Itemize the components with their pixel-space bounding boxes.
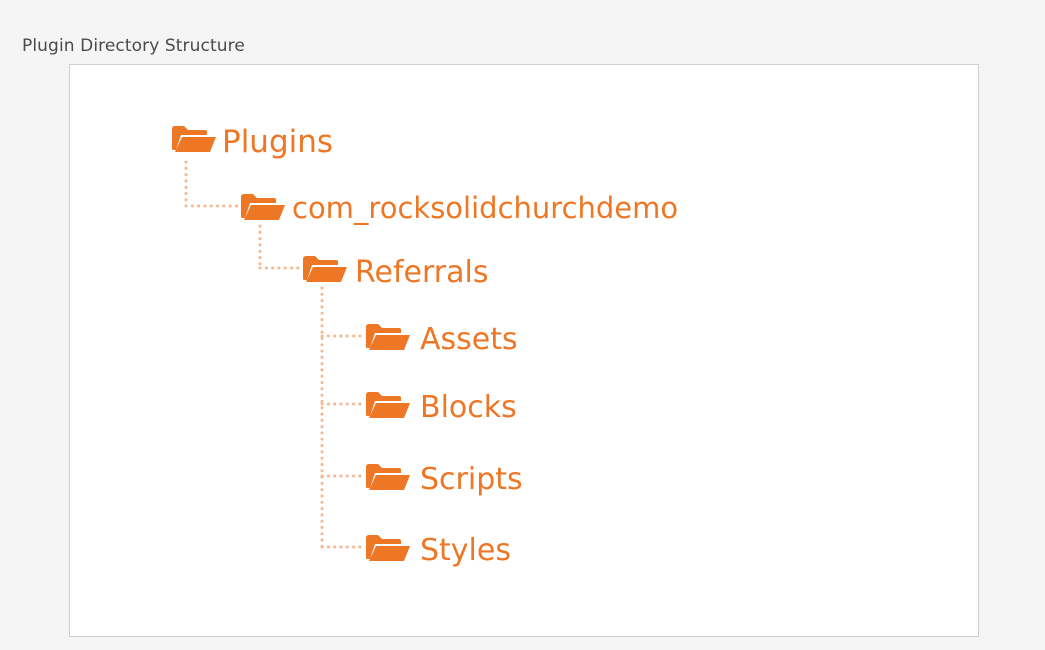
tree-node-blocks: Blocks xyxy=(366,390,517,425)
folder-open-icon xyxy=(366,464,410,490)
tree-node-plugins: Plugins xyxy=(172,124,333,160)
tree-node-scripts: Scripts xyxy=(366,462,523,497)
tree-node-assets: Assets xyxy=(366,322,518,357)
tree-node-com-rocksolidchurchdemo: com_rocksolidchurchdemo xyxy=(241,191,678,225)
node-label-plugins: Plugins xyxy=(222,124,333,160)
node-label-scripts: Scripts xyxy=(420,462,523,497)
tree-node-referrals: Referrals xyxy=(303,255,488,290)
folder-open-icon xyxy=(172,126,216,152)
folder-open-icon xyxy=(366,392,410,418)
node-label-styles: Styles xyxy=(420,533,511,568)
tree-node-styles: Styles xyxy=(366,533,511,568)
directory-tree: Plugins com_rocksolidchurchdemo Referral… xyxy=(172,124,678,568)
node-label-com-rocksolidchurchdemo: com_rocksolidchurchdemo xyxy=(292,191,678,225)
folder-open-icon xyxy=(366,324,410,350)
folder-open-icon xyxy=(241,194,285,220)
folder-open-icon xyxy=(366,535,410,561)
folder-open-icon xyxy=(303,256,347,282)
node-label-referrals: Referrals xyxy=(355,255,488,290)
node-label-blocks: Blocks xyxy=(420,390,517,425)
node-label-assets: Assets xyxy=(420,322,518,357)
